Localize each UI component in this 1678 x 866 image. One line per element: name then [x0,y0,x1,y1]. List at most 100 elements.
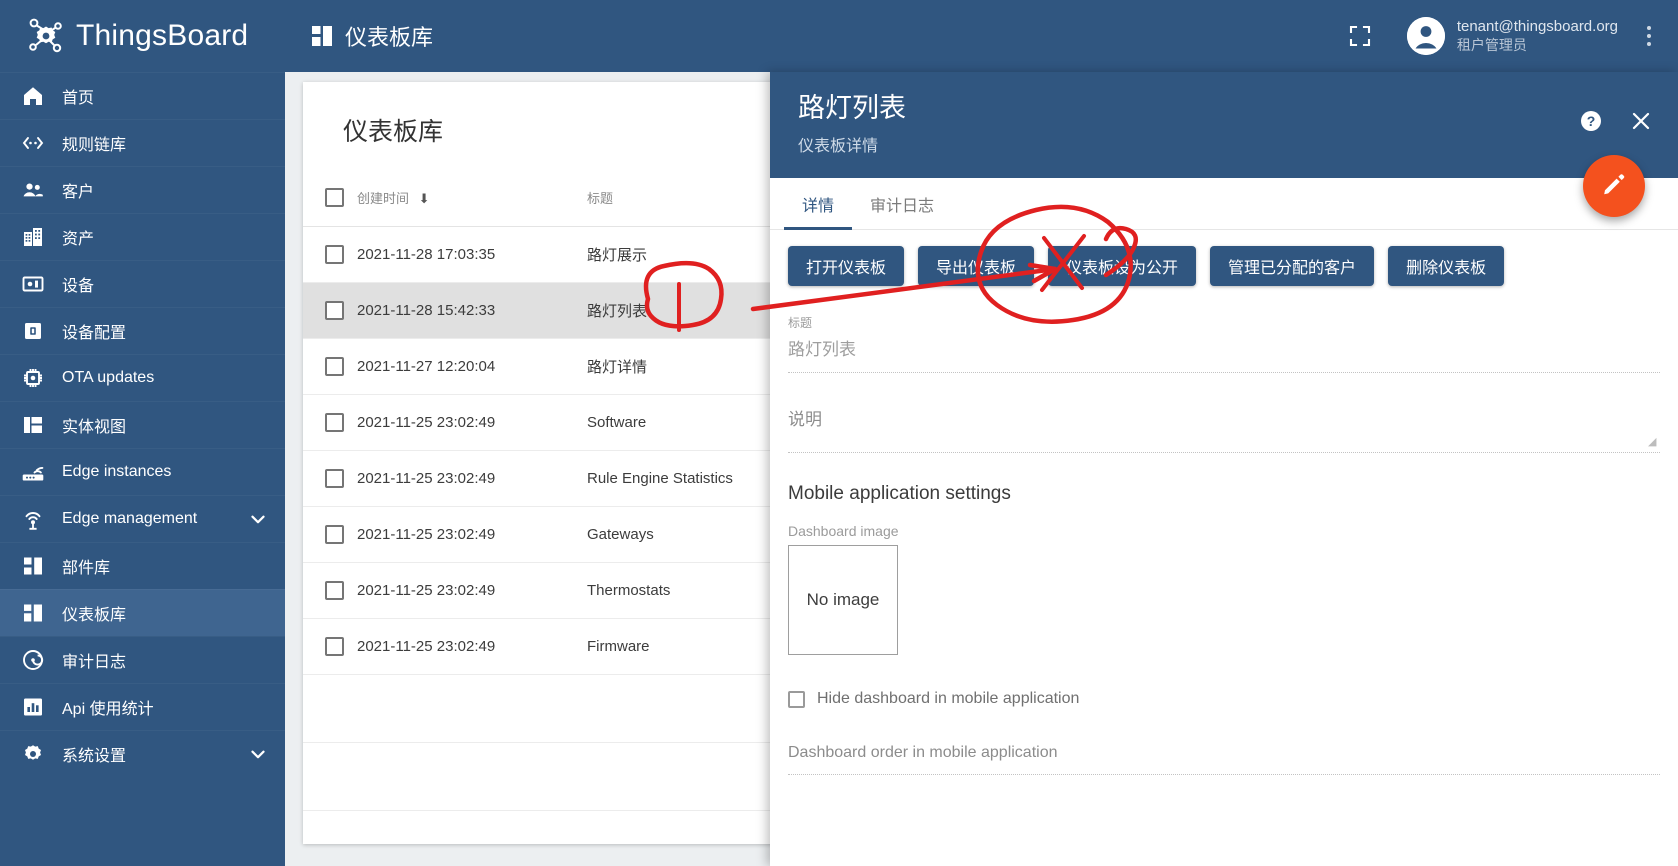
dashboard-image-label: Dashboard image [788,523,899,539]
row-checkbox[interactable] [325,636,344,656]
sidebar: ThingsBoard 首页规则链库客户资产设备设备配置 OTA updates 实… [0,0,285,866]
topbar: 仪表板库 tenant@thingsboard.org 租户管理员 [285,0,1678,72]
chevron-down-icon[interactable] [247,508,269,530]
thingsboard-app: ThingsBoard 首页规则链库客户资产设备设备配置 OTA updates 实… [0,0,1678,866]
sidebar-item-label: 规则链库 [62,137,127,154]
edge-instances-icon [20,459,46,485]
more-vertical-icon[interactable] [1638,18,1660,54]
sidebar-item-0[interactable]: 首页 [0,72,285,119]
brand-name: ThingsBoard [76,19,249,52]
sidebar-item-label: 设备配置 [62,325,127,342]
sidebar-item-label: 设备 [62,278,95,295]
resize-grip-icon[interactable]: ◢ [1648,437,1658,448]
devices-icon [20,271,46,297]
sidebar-item-11[interactable]: 仪表板库 [0,589,285,636]
select-all-checkbox[interactable] [325,188,344,208]
edit-fab-button[interactable] [1583,155,1645,217]
row-created-time: 2021-11-25 23:02:49 [357,562,587,619]
sidebar-item-4[interactable]: 设备 [0,260,285,307]
sidebar-item-label: Edge management [62,510,198,527]
tab-0[interactable]: 详情 [784,178,853,230]
help-circle-icon[interactable]: ? [1580,110,1602,132]
title-field[interactable]: 标题 路灯列表 [788,308,1660,373]
sidebar-item-9[interactable]: Edge management [0,495,285,542]
user-role: 租户管理员 [1456,36,1527,53]
sidebar-item-13[interactable]: Api 使用统计 [0,683,285,730]
row-select-cell [303,450,357,507]
rule-chain-icon [20,130,46,156]
details-tabs: 详情 审计日志 [770,178,1678,230]
sidebar-item-1[interactable]: 规则链库 [0,119,285,166]
row-select-cell [303,338,357,395]
assets-icon [20,224,46,250]
sidebar-item-label: 审计日志 [62,654,127,671]
description-field-placeholder: 说明 [788,379,1660,453]
row-checkbox[interactable] [325,468,344,488]
account-circle-icon [1406,17,1445,55]
sidebar-item-3[interactable]: 资产 [0,213,285,260]
ota-updates-icon [20,365,46,391]
home-icon [20,83,46,109]
user-menu[interactable]: tenant@thingsboard.org 租户管理员 [1406,17,1618,55]
sidebar-item-12[interactable]: 审计日志 [0,636,285,683]
row-select-cell [303,226,357,283]
hide-dashboard-label: Hide dashboard in mobile application [817,690,1080,707]
row-checkbox[interactable] [325,412,344,432]
sidebar-item-7[interactable]: 实体视图 [0,401,285,448]
action-button-4[interactable]: 删除仪表板 [1388,246,1505,286]
row-checkbox[interactable] [325,356,344,376]
dashboard-image-block: Dashboard image No image [788,523,1660,655]
sidebar-item-10[interactable]: 部件库 [0,542,285,589]
fullscreen-icon[interactable] [1349,25,1371,47]
dashboards-icon [311,25,333,47]
sidebar-item-label: 实体视图 [62,419,127,436]
row-checkbox[interactable] [325,580,344,600]
action-button-0[interactable]: 打开仪表板 [788,246,905,286]
row-created-time: 2021-11-25 23:02:49 [357,618,587,675]
dashboards-icon [20,600,46,626]
sidebar-item-label: 仪表板库 [62,607,127,624]
header-created-time[interactable]: 创建时间 ⬇ [357,170,587,227]
no-image-text: No image [806,590,880,609]
sidebar-item-8[interactable]: Edge instances [0,448,285,495]
thingsboard-logo-icon [24,14,68,58]
widget-library-icon [20,553,46,579]
dashboard-order-field[interactable]: Dashboard order in mobile application [788,744,1660,775]
hide-dashboard-checkbox[interactable] [788,690,805,708]
row-select-cell [303,562,357,619]
close-icon[interactable] [1630,110,1652,132]
title-field-value: 路灯列表 [788,335,1660,373]
tab-1[interactable]: 审计日志 [852,178,952,229]
action-button-2[interactable]: 仪表板设为公开 [1048,246,1197,286]
action-button-3[interactable]: 管理已分配的客户 [1210,246,1375,286]
details-action-buttons: 打开仪表板 导出仪表板 仪表板设为公开 管理已分配的客户 删除仪表板 [788,230,1660,308]
brand[interactable]: ThingsBoard [0,0,285,72]
sidebar-item-label: 部件库 [62,560,111,577]
row-created-time: 2021-11-25 23:02:49 [357,394,587,451]
sidebar-item-6[interactable]: OTA updates [0,354,285,401]
details-body: 打开仪表板 导出仪表板 仪表板设为公开 管理已分配的客户 删除仪表板 标题 路灯列表 说… [770,230,1678,775]
user-email: tenant@thingsboard.org [1456,17,1618,35]
svg-text:?: ? [1587,113,1596,129]
chevron-down-icon[interactable] [247,743,269,765]
page-title-label: 仪表板库 [345,25,434,50]
sidebar-item-label: Edge instances [62,463,172,480]
sidebar-item-label: 首页 [62,90,95,107]
select-all-header [303,170,357,227]
device-profile-icon [20,318,46,344]
sidebar-item-label: 资产 [62,231,95,248]
row-checkbox[interactable] [325,300,344,320]
sidebar-item-5[interactable]: 设备配置 [0,307,285,354]
sidebar-item-14[interactable]: 系统设置 [0,730,285,777]
sidebar-item-2[interactable]: 客户 [0,166,285,213]
row-created-time: 2021-11-28 17:03:35 [357,226,587,283]
hide-dashboard-checkbox-row[interactable]: Hide dashboard in mobile application [788,690,1660,708]
dashboard-details-panel: 路灯列表 仪表板详情 ? 详情 审计日志 打开仪表板 导出仪表板 仪表板设为公开… [770,72,1678,866]
row-checkbox[interactable] [325,524,344,544]
row-checkbox[interactable] [325,244,344,264]
dashboard-image-preview[interactable]: No image [788,545,898,655]
description-field[interactable]: 说明 ◢ [788,373,1660,453]
action-button-1[interactable]: 导出仪表板 [918,246,1035,286]
row-created-time: 2021-11-25 23:02:49 [357,506,587,563]
arrow-down-icon: ⬇ [418,191,430,207]
